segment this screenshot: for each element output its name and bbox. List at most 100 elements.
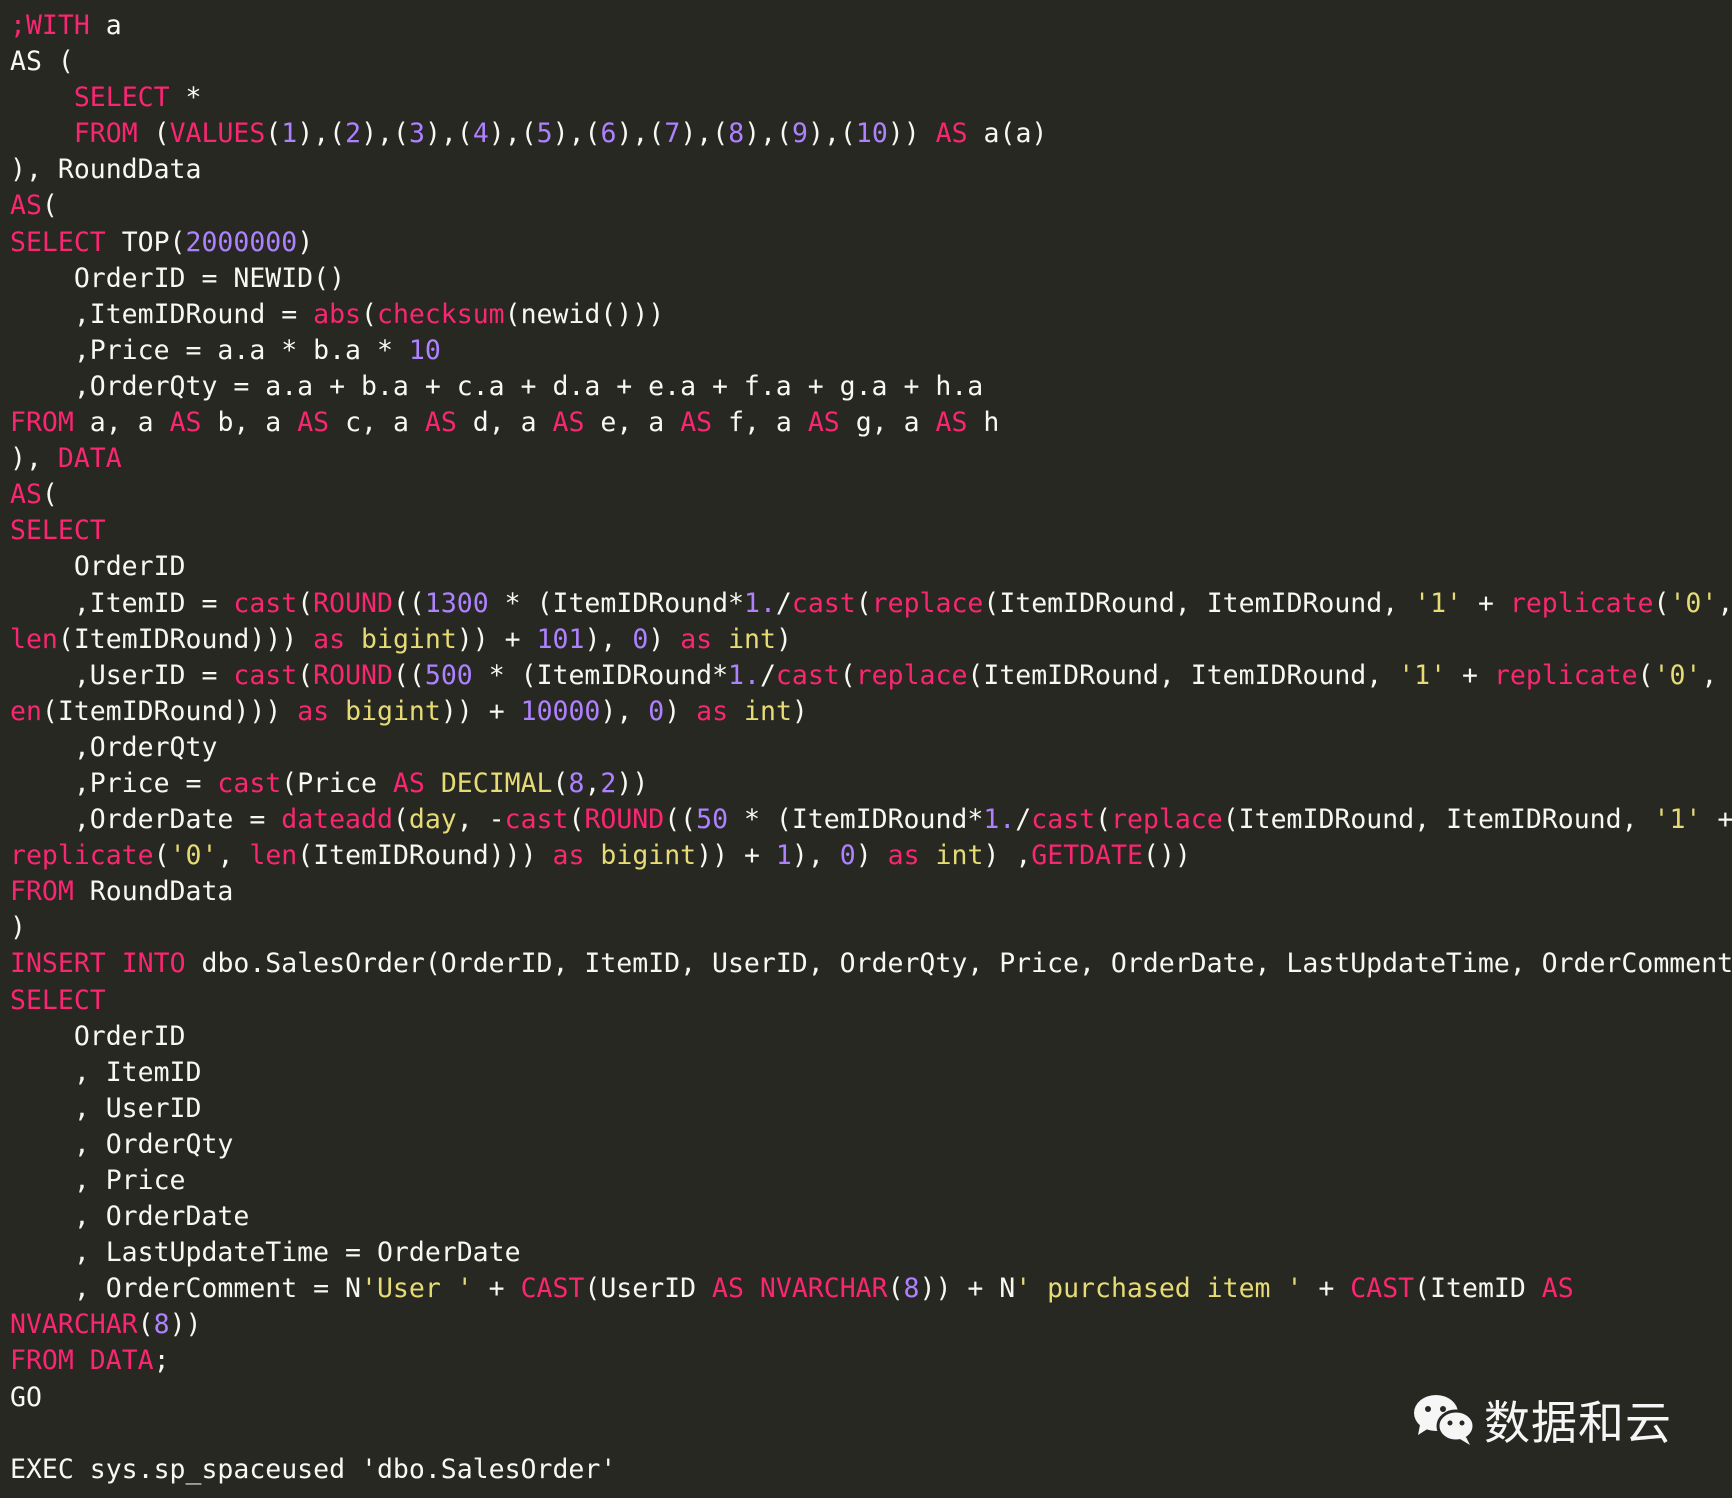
code-token: + <box>1701 804 1732 836</box>
code-token: 1300 <box>424 587 489 619</box>
code-token: * (ItemIDRound* <box>472 659 729 691</box>
code-token: 6 <box>600 118 617 150</box>
code-token: , Price <box>10 1165 186 1196</box>
code-token: 0 <box>648 695 665 727</box>
code-token: ),( <box>424 118 473 150</box>
code-token: abs <box>313 298 362 330</box>
code-token: , <box>584 767 601 799</box>
code-token: en <box>10 695 42 727</box>
code-token: , UserID <box>10 1092 202 1124</box>
code-token: (ItemIDRound))) <box>57 623 314 655</box>
code-token: + <box>1446 659 1494 691</box>
code-token: TOP( <box>105 226 186 258</box>
code-token: , OrderQty <box>10 1128 234 1160</box>
code-token: 500 <box>424 659 473 691</box>
code-token: OrderID <box>10 1020 186 1052</box>
code-token: (UserID <box>584 1273 713 1305</box>
code-token: cast <box>217 767 282 799</box>
code-line: AS( <box>10 477 1726 513</box>
code-token: replicate <box>1493 659 1638 691</box>
code-token: , ItemID <box>10 1056 202 1088</box>
code-token: ; <box>153 1345 170 1377</box>
code-line: SELECT <box>10 983 1726 1019</box>
code-token: dbo.SalesOrder(OrderID, ItemID, UserID, … <box>185 948 1732 980</box>
code-token: 1 <box>775 840 792 872</box>
code-token: '1' <box>1414 587 1463 619</box>
code-token: + <box>472 1273 521 1305</box>
code-token: ( <box>1653 587 1670 619</box>
code-token: ),( <box>744 118 793 150</box>
code-token: ( <box>41 190 58 222</box>
code-token: ( <box>265 118 282 150</box>
code-token: (ItemIDRound, ItemIDRound, <box>1222 804 1654 836</box>
code-line: ), DATA <box>10 441 1726 477</box>
code-token: 2000000 <box>185 226 298 258</box>
code-token: (newid())) <box>504 298 665 330</box>
code-line: , UserID <box>10 1091 1726 1127</box>
code-token: int <box>728 623 776 655</box>
watermark: 数据和云 <box>1410 1385 1672 1455</box>
code-line: ;WITH a <box>10 8 1726 44</box>
code-line: replicate('0', len(ItemIDRound))) as big… <box>10 838 1726 874</box>
code-line: FROM DATA; <box>10 1343 1726 1379</box>
code-token: f, a <box>712 407 808 439</box>
code-line: ,OrderQty <box>10 730 1726 766</box>
code-token: '0' <box>1653 659 1702 691</box>
code-token: ' purchased item ' <box>1015 1273 1303 1305</box>
code-token: 7 <box>664 118 681 150</box>
code-token: (ItemIDRound, ItemIDRound, <box>967 659 1399 691</box>
code-token: 1. <box>728 659 760 691</box>
code-token: (ItemIDRound))) <box>297 840 553 872</box>
code-token: )) <box>169 1309 202 1341</box>
code-token: ( <box>1637 659 1654 691</box>
code-token: ,UserID = <box>10 659 234 691</box>
code-token: 4 <box>472 118 489 150</box>
code-token: AS <box>424 407 457 439</box>
code-line: NVARCHAR(8)) <box>10 1307 1726 1343</box>
code-token: ( <box>361 298 377 330</box>
code-token: / <box>775 587 792 619</box>
code-line: OrderID <box>10 549 1726 585</box>
code-token: as <box>297 695 330 727</box>
code-token: ),( <box>361 118 409 150</box>
code-token: AS <box>297 407 330 439</box>
code-token: , <box>1717 587 1732 619</box>
code-token: ( <box>392 804 409 836</box>
code-token: 'User ' <box>361 1273 473 1305</box>
code-token: FROM <box>10 1345 74 1377</box>
code-token: AS <box>10 190 42 222</box>
code-token: + <box>1302 1273 1351 1305</box>
code-token: replace <box>871 587 984 619</box>
code-token: ROUND <box>313 587 393 619</box>
code-token: ,Price = a.a * b.a * <box>10 334 409 366</box>
code-token: ROUND <box>584 804 665 836</box>
code-editor[interactable]: ;WITH a AS ( SELECT * FROM (VALUES(1),(2)… <box>10 8 1732 1488</box>
code-token: dateadd <box>281 804 393 836</box>
code-line: FROM RoundData <box>10 874 1726 910</box>
code-token: )) + N <box>919 1273 1016 1305</box>
code-token: ),( <box>680 118 729 150</box>
code-token: cast <box>775 659 840 691</box>
code-token: )) + <box>456 623 537 655</box>
code-token: (Price <box>281 767 393 799</box>
code-token: , <box>217 840 250 872</box>
code-line: ), RoundData <box>10 152 1726 188</box>
code-token: ( <box>137 1309 154 1341</box>
code-token: as <box>696 695 729 727</box>
code-token: ), <box>584 623 633 655</box>
wechat-icon <box>1410 1389 1478 1451</box>
code-token: (( <box>664 804 697 836</box>
code-token: ( <box>137 118 170 150</box>
code-line: INSERT INTO dbo.SalesOrder(OrderID, Item… <box>10 946 1732 982</box>
code-token: AS <box>712 1273 744 1305</box>
code-token: AS <box>169 407 202 439</box>
code-token: 10 <box>855 118 888 150</box>
code-token: 1. <box>983 804 1016 836</box>
code-token: + <box>1462 587 1510 619</box>
code-token: 10 <box>408 334 441 366</box>
code-token: FROM <box>10 407 74 439</box>
